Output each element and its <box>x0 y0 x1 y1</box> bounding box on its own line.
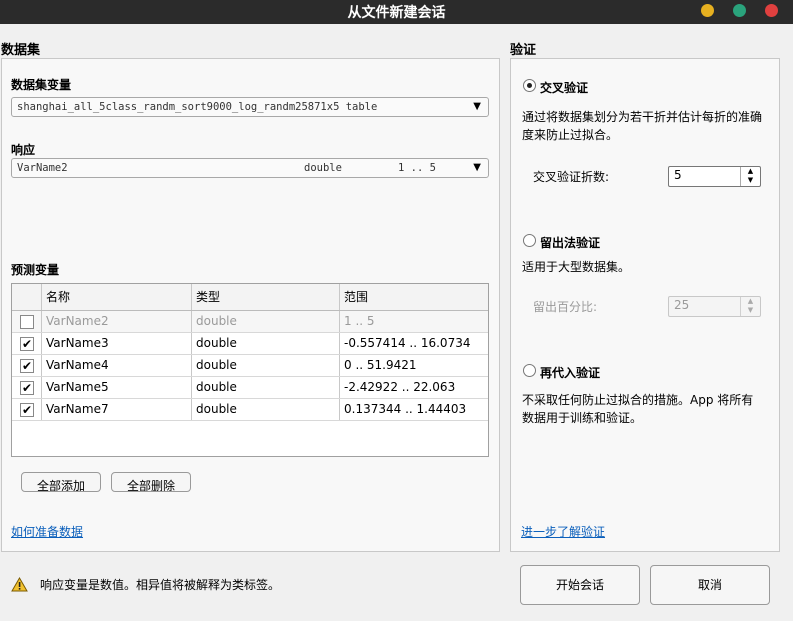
checkbox-cell: ✔ <box>12 355 42 376</box>
table-header-row: 名称 类型 范围 <box>12 284 488 311</box>
start-session-button[interactable]: 开始会话 <box>520 565 640 605</box>
folds-value: 5 <box>674 168 682 182</box>
prepare-data-link[interactable]: 如何准备数据 <box>11 523 83 540</box>
add-all-button[interactable]: 全部添加 <box>21 472 101 492</box>
holdout-validation-radio[interactable] <box>523 234 536 247</box>
cross-validation-description: 通过将数据集划分为若干折并估计每折的准确度来防止过拟合。 <box>522 110 763 142</box>
predictor-name: VarName7 <box>42 399 192 420</box>
table-row[interactable]: ✔ VarName4 double 0 .. 51.9421 <box>12 355 488 377</box>
folds-label: 交叉验证折数: <box>533 170 610 184</box>
predictor-name: VarName5 <box>42 377 192 398</box>
checked-checkbox[interactable]: ✔ <box>20 403 34 417</box>
checkbox-cell: ✔ <box>12 333 42 354</box>
predictor-name: VarName2 <box>42 311 192 332</box>
cancel-button[interactable]: 取消 <box>650 565 770 605</box>
predictor-range: 0.137344 .. 1.44403 <box>344 402 467 416</box>
validation-section-title: 验证 <box>510 43 537 58</box>
holdout-percent-label: 留出百分比: <box>533 300 598 314</box>
table-row[interactable]: ✔ VarName5 double -2.42922 .. 22.063 <box>12 377 488 399</box>
predictor-range: 1 .. 5 <box>344 314 375 328</box>
predictor-range: -2.42922 .. 22.063 <box>344 380 456 394</box>
checked-checkbox[interactable]: ✔ <box>20 337 34 351</box>
cross-validation-radio[interactable] <box>523 79 536 92</box>
checkbox-cell <box>12 311 42 332</box>
holdout-validation-label[interactable]: 留出法验证 <box>540 234 600 251</box>
window-title: 从文件新建会话 <box>347 5 446 21</box>
title-bar: 从文件新建会话 <box>0 0 793 24</box>
checkbox-cell: ✔ <box>12 399 42 420</box>
response-name: VarName2 <box>17 162 68 174</box>
predictors-table: 名称 类型 范围 VarName2 double 1 .. 5 ✔ VarName3 do… <box>11 283 489 457</box>
chevron-down-icon: ▼ <box>473 162 481 173</box>
response-type: double <box>304 162 342 174</box>
maximize-icon[interactable] <box>733 4 746 17</box>
remove-all-button[interactable]: 全部删除 <box>111 472 191 492</box>
holdout-description: 适用于大型数据集。 <box>522 260 631 274</box>
close-icon[interactable] <box>765 4 778 17</box>
response-label: 响应 <box>11 143 36 157</box>
spinner-arrows-icon[interactable]: ▲ ▼ <box>740 297 760 316</box>
cross-validation-label[interactable]: 交叉验证 <box>540 79 588 96</box>
minimize-icon[interactable] <box>701 4 714 17</box>
predictor-type: double <box>192 333 340 354</box>
resubstitution-description: 不采取任何防止过拟合的措施。App 将所有数据用于训练和验证。 <box>522 393 754 425</box>
header-range[interactable]: 范围 <box>340 284 488 310</box>
header-checkbox-column <box>12 284 42 310</box>
checked-checkbox[interactable]: ✔ <box>20 381 34 395</box>
header-type[interactable]: 类型 <box>192 284 340 310</box>
holdout-percent-value: 25 <box>674 298 690 312</box>
resubstitution-validation-label[interactable]: 再代入验证 <box>540 364 600 381</box>
table-row[interactable]: ✔ VarName7 double 0.137344 .. 1.44403 <box>12 399 488 421</box>
dataset-variable-value: shanghai_all_5class_randm_sort9000_log_r… <box>17 101 378 113</box>
predictor-type: double <box>192 355 340 376</box>
predictor-range: -0.557414 .. 16.0734 <box>344 336 471 350</box>
predictor-name: VarName4 <box>42 355 192 376</box>
warning-message: 响应变量是数值。相异值将被解释为类标签。 <box>40 578 281 592</box>
learn-more-validation-link[interactable]: 进一步了解验证 <box>521 523 605 540</box>
table-row[interactable]: ✔ VarName3 double -0.557414 .. 16.0734 <box>12 333 488 355</box>
predictors-label: 预测变量 <box>11 263 60 277</box>
response-dropdown[interactable]: VarName2 double 1 .. 5 ▼ <box>11 158 489 178</box>
spinner-arrows-icon[interactable]: ▲ ▼ <box>740 167 760 186</box>
unchecked-checkbox[interactable] <box>20 315 34 329</box>
predictor-type: double <box>192 399 340 420</box>
checked-checkbox[interactable]: ✔ <box>20 359 34 373</box>
header-name[interactable]: 名称 <box>42 284 192 310</box>
dataset-section-title: 数据集 <box>1 43 41 58</box>
predictor-name: VarName3 <box>42 333 192 354</box>
warning-icon <box>11 576 28 592</box>
dataset-variable-dropdown[interactable]: shanghai_all_5class_randm_sort9000_log_r… <box>11 97 489 117</box>
folds-spinner[interactable]: 5 ▲ ▼ <box>668 166 761 187</box>
predictor-type: double <box>192 311 340 332</box>
chevron-down-icon: ▼ <box>473 101 481 112</box>
predictor-range: 0 .. 51.9421 <box>344 358 417 372</box>
dataset-variable-label: 数据集变量 <box>11 78 72 92</box>
checkbox-cell: ✔ <box>12 377 42 398</box>
response-range: 1 .. 5 <box>398 162 436 174</box>
predictor-type: double <box>192 377 340 398</box>
table-row[interactable]: VarName2 double 1 .. 5 <box>12 311 488 333</box>
resubstitution-validation-radio[interactable] <box>523 364 536 377</box>
holdout-percent-spinner[interactable]: 25 ▲ ▼ <box>668 296 761 317</box>
